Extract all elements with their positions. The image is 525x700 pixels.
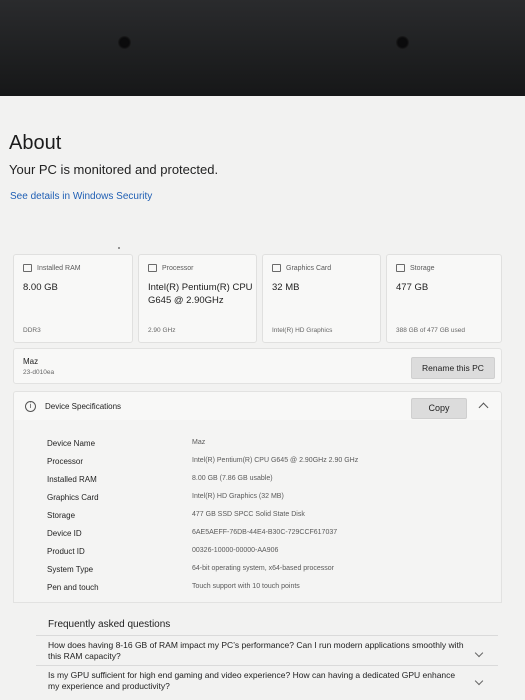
spec-value: 64-bit operating system, x64-based proce… xyxy=(192,565,335,572)
card-value: Intel(R) Pentium(R) CPU G645 @ 2.90GHz xyxy=(148,282,253,306)
processor-icon xyxy=(148,264,157,272)
chevron-down-icon xyxy=(474,676,484,686)
spec-label: Product ID xyxy=(47,547,85,556)
storage-icon xyxy=(396,264,405,272)
spec-row: Processor Intel(R) Pentium(R) CPU G645 @… xyxy=(14,454,501,472)
info-icon: i xyxy=(25,401,36,412)
device-specifications-title: Device Specifications xyxy=(45,402,122,411)
card-value: 477 GB xyxy=(396,282,429,293)
sensor-dot xyxy=(118,36,131,49)
copy-button[interactable]: Copy xyxy=(411,398,467,419)
storage-card: Storage 477 GB 388 GB of 477 GB used xyxy=(386,254,502,343)
device-specifications-header[interactable]: i Device Specifications Copy xyxy=(13,391,502,422)
spec-value: Touch support with 10 touch points xyxy=(192,583,300,590)
protection-status: Your PC is monitored and protected. xyxy=(9,162,219,177)
spec-value: 6AE5AEFF-76DB-44E4-B30C-729CCF617037 xyxy=(192,529,338,536)
device-specifications-body: Device Name Maz Processor Intel(R) Penti… xyxy=(13,420,502,603)
chevron-down-icon xyxy=(474,648,484,658)
processor-card: Processor Intel(R) Pentium(R) CPU G645 @… xyxy=(138,254,257,343)
faq-title: Frequently asked questions xyxy=(48,619,171,630)
card-value: 8.00 GB xyxy=(23,282,58,293)
pc-name: Maz xyxy=(23,357,39,366)
card-label: Storage xyxy=(410,264,435,272)
faq-question: How does having 8-16 GB of RAM impact my… xyxy=(48,640,464,661)
spec-label: Device ID xyxy=(47,529,82,538)
faq-item[interactable]: Is my GPU sufficient for high end gaming… xyxy=(36,665,498,700)
spec-label: Installed RAM xyxy=(47,475,97,484)
spec-value: Intel(R) Pentium(R) CPU G645 @ 2.90GHz 2… xyxy=(192,457,359,464)
card-label: Processor xyxy=(162,264,194,272)
settings-window: About Your PC is monitored and protected… xyxy=(0,96,525,700)
pc-name-bar: Maz 23-d010ea Rename this PC xyxy=(13,348,502,384)
spec-value: Maz xyxy=(192,439,206,446)
spec-label: Processor xyxy=(47,457,84,466)
chevron-up-icon[interactable] xyxy=(478,402,489,413)
spec-row: Graphics Card Intel(R) HD Graphics (32 M… xyxy=(14,490,501,508)
page-title: About xyxy=(9,132,62,154)
windows-security-link[interactable]: See details in Windows Security xyxy=(10,191,152,202)
spec-row: Installed RAM 8.00 GB (7.86 GB usable) xyxy=(14,472,501,490)
card-label: Graphics Card xyxy=(286,264,332,272)
spec-label: System Type xyxy=(47,565,94,574)
spec-row: Product ID 00326-10000-00000-AA906 xyxy=(14,544,501,562)
faq-item[interactable]: How does having 8-16 GB of RAM impact my… xyxy=(36,635,498,666)
card-label: Installed RAM xyxy=(37,264,81,272)
spec-row: Device ID 6AE5AEFF-76DB-44E4-B30C-729CCF… xyxy=(14,526,501,544)
graphics-card-icon xyxy=(272,264,281,272)
faq-question: Is my GPU sufficient for high end gaming… xyxy=(48,670,456,691)
camera-dot xyxy=(396,36,409,49)
spec-label: Device Name xyxy=(47,439,96,448)
spec-label: Graphics Card xyxy=(47,493,99,502)
spec-row: System Type 64-bit operating system, x64… xyxy=(14,562,501,580)
spec-row: Storage 477 GB SSD SPCC Solid State Disk xyxy=(14,508,501,526)
graphics-card-card: Graphics Card 32 MB Intel(R) HD Graphics xyxy=(262,254,381,343)
spec-value: 477 GB SSD SPCC Solid State Disk xyxy=(192,511,305,518)
card-sub: DDR3 xyxy=(23,327,41,334)
installed-ram-card: Installed RAM 8.00 GB DDR3 xyxy=(13,254,133,343)
rename-pc-button[interactable]: Rename this PC xyxy=(411,357,495,379)
spec-value: 00326-10000-00000-AA906 xyxy=(192,547,279,554)
stray-dot xyxy=(118,247,120,249)
card-sub: 2.90 GHz xyxy=(148,327,176,334)
pc-model: 23-d010ea xyxy=(23,369,55,376)
faq-section: Frequently asked questions How does havi… xyxy=(36,613,498,700)
spec-value: Intel(R) HD Graphics (32 MB) xyxy=(192,493,284,500)
monitor-bezel xyxy=(0,0,525,96)
spec-row: Device Name Maz xyxy=(14,436,501,454)
card-sub: Intel(R) HD Graphics xyxy=(272,327,333,334)
spec-label: Storage xyxy=(47,511,76,520)
card-sub: 388 GB of 477 GB used xyxy=(396,327,466,334)
spec-row: Pen and touch Touch support with 10 touc… xyxy=(14,580,501,598)
ram-icon xyxy=(23,264,32,272)
card-value: 32 MB xyxy=(272,282,300,293)
spec-label: Pen and touch xyxy=(47,583,99,592)
spec-value: 8.00 GB (7.86 GB usable) xyxy=(192,475,273,482)
